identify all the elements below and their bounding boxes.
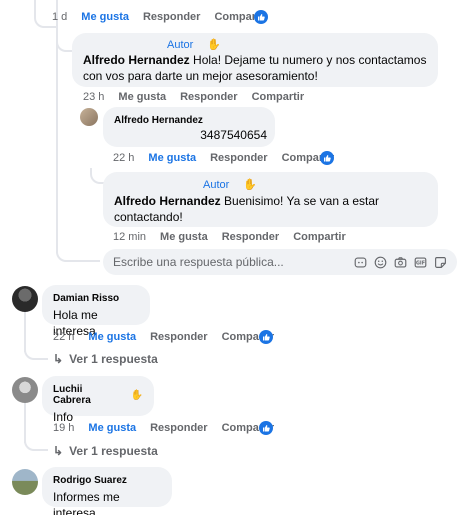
avatar[interactable]: [12, 469, 38, 495]
view-replies-button[interactable]: ↳ Ver 1 respuesta: [53, 352, 158, 366]
thread-curve: [56, 238, 100, 262]
reply-input-box[interactable]: Escribe una respuesta pública... GIF: [103, 249, 457, 275]
gif-icon[interactable]: GIF: [413, 255, 427, 269]
reply-button[interactable]: Responder: [150, 331, 207, 343]
author-badge: Autor: [167, 38, 194, 51]
reply-button[interactable]: Responder: [143, 11, 200, 23]
comment-bubble: Rodrigo Suarez Informes me interesa: [42, 467, 172, 515]
avatar[interactable]: [12, 377, 38, 403]
share-button[interactable]: Compartir: [293, 231, 346, 243]
comment-author[interactable]: Luchii Cabrera: [53, 384, 123, 406]
reply-bubble: Autor ✋ Alfredo Hernandez Hola! Dejame t…: [72, 33, 438, 87]
reply-tools: GIF: [353, 255, 447, 269]
comment-author[interactable]: Damian Risso: [53, 293, 139, 304]
reply-arrow-icon: ↳: [53, 444, 64, 458]
like-reaction-icon: [320, 151, 334, 165]
reply-button[interactable]: Responder: [150, 422, 207, 434]
thread-curve: [24, 431, 48, 451]
like-reaction-icon: [259, 330, 273, 344]
comment-time: 12 min: [113, 231, 147, 243]
comment-text: 3487540654: [200, 128, 267, 142]
comment-time: 22 h: [53, 331, 75, 343]
reply-arrow-icon: ↳: [53, 352, 64, 366]
comment-author[interactable]: Rodrigo Suarez: [53, 475, 161, 486]
wave-hand-icon: ✋: [243, 179, 257, 191]
reply-bubble: Alfredo Hernandez 3487540654: [103, 107, 275, 147]
reply-actions: 23 h Me gusta Responder Compartir: [83, 91, 318, 103]
share-button[interactable]: Compartir: [252, 91, 305, 103]
camera-icon[interactable]: [393, 255, 407, 269]
view-replies-button[interactable]: ↳ Ver 1 respuesta: [53, 444, 158, 458]
comment-author[interactable]: Alfredo Hernandez: [114, 194, 221, 208]
avatar[interactable]: [80, 108, 98, 126]
like-reaction-icon: [254, 10, 268, 24]
comment-bubble: Luchii Cabrera ✋ Info: [42, 376, 154, 424]
reply-button[interactable]: Responder: [222, 231, 279, 243]
wave-hand-icon: ✋: [207, 39, 221, 51]
comment-author[interactable]: Alfredo Hernandez: [114, 115, 264, 126]
comment-actions: 19 h Me gusta Responder Compartir: [53, 422, 288, 434]
like-button[interactable]: Me gusta: [148, 152, 196, 164]
reply-bubble: Autor ✋ Alfredo Hernandez Buenisimo! Ya …: [103, 172, 438, 227]
like-button[interactable]: Me gusta: [118, 91, 166, 103]
comment-author[interactable]: Alfredo Hernandez: [83, 53, 190, 67]
reply-actions: 12 min Me gusta Responder Compartir: [113, 231, 360, 243]
like-button[interactable]: Me gusta: [88, 331, 136, 343]
comment-text: Informes me interesa: [53, 490, 120, 515]
thread-line: [56, 0, 58, 250]
comment-time: 23 h: [83, 91, 105, 103]
comment-time: 22 h: [113, 152, 135, 164]
reply-input[interactable]: Escribe una respuesta pública...: [113, 255, 353, 269]
emoji-icon[interactable]: [373, 255, 387, 269]
reply-button[interactable]: Responder: [210, 152, 267, 164]
wave-hand-icon: ✋: [130, 389, 143, 401]
svg-text:GIF: GIF: [415, 260, 424, 266]
reply-button[interactable]: Responder: [180, 91, 237, 103]
thread-curve: [24, 340, 48, 360]
author-badge: Autor: [203, 178, 230, 191]
comment-time: 19 h: [53, 422, 75, 434]
like-button[interactable]: Me gusta: [88, 422, 136, 434]
like-reaction-icon: [259, 421, 273, 435]
like-button[interactable]: Me gusta: [81, 11, 129, 23]
comment-actions: 22 h Me gusta Responder Compartir: [53, 331, 288, 343]
top-comment-actions: 1 d Me gusta Responder Compartir: [52, 11, 281, 23]
like-button[interactable]: Me gusta: [160, 231, 208, 243]
comment-bubble: Damian Risso Hola me interesa: [42, 285, 150, 338]
avatar-sticker-icon[interactable]: [353, 255, 367, 269]
comment-time: 1 d: [52, 11, 68, 23]
avatar[interactable]: [12, 286, 38, 312]
reply-actions: 22 h Me gusta Responder Compartir: [113, 152, 348, 164]
sticker-icon[interactable]: [433, 255, 447, 269]
